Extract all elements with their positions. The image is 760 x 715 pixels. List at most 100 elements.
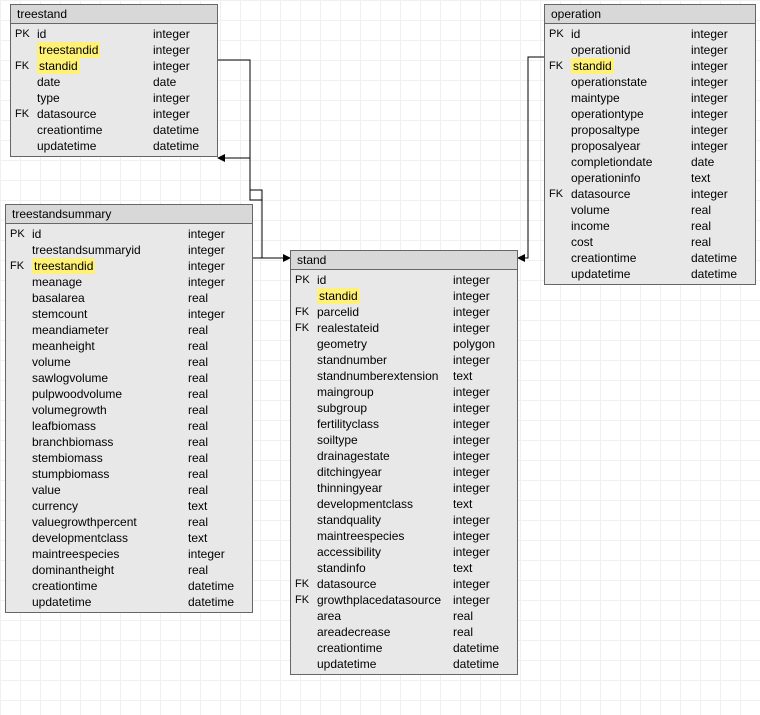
table-body: PKidintegerstandidintegerFKparcelidinteg… (291, 270, 517, 674)
column-name: maingroup (317, 384, 453, 400)
column-row: PKidinteger (545, 26, 755, 42)
column-key: FK (295, 320, 317, 336)
column-row: valuereal (6, 482, 252, 498)
highlight: treestandid (37, 42, 100, 58)
column-type: integer (453, 576, 513, 592)
column-row: maintreespeciesinteger (291, 528, 517, 544)
column-row: thinningyearinteger (291, 480, 517, 496)
column-name: sawlogvolume (32, 370, 188, 386)
column-type: integer (691, 138, 751, 154)
column-row: proposaltypeinteger (545, 122, 755, 138)
column-name: creationtime (37, 122, 153, 138)
column-name: developmentclass (32, 530, 188, 546)
column-row: treestandsummaryidinteger (6, 242, 252, 258)
column-row: standqualityinteger (291, 512, 517, 528)
column-type: integer (453, 528, 513, 544)
column-type: integer (691, 186, 751, 202)
column-row: fertilityclassinteger (291, 416, 517, 432)
column-row: meanageinteger (6, 274, 252, 290)
column-name: standid (571, 58, 691, 74)
column-type: datetime (453, 640, 513, 656)
column-key: PK (295, 272, 317, 288)
column-name: standid (317, 288, 453, 304)
column-key: FK (295, 576, 317, 592)
column-name: parcelid (317, 304, 453, 320)
column-row: PKidinteger (11, 26, 217, 42)
column-name: volume (32, 354, 188, 370)
column-row: volumereal (545, 202, 755, 218)
column-name: areadecrease (317, 624, 453, 640)
column-row: FKparcelidinteger (291, 304, 517, 320)
column-name: fertilityclass (317, 416, 453, 432)
column-type: integer (153, 58, 213, 74)
column-name: creationtime (32, 578, 188, 594)
column-row: PKidinteger (291, 272, 517, 288)
column-row: soiltypeinteger (291, 432, 517, 448)
column-type: datetime (188, 594, 248, 610)
column-row: volumereal (6, 354, 252, 370)
column-row: currencytext (6, 498, 252, 514)
column-row: FKtreestandidinteger (6, 258, 252, 274)
column-type: real (188, 402, 248, 418)
column-type: text (453, 560, 513, 576)
column-name: maintreespecies (32, 546, 188, 562)
column-name: leafbiomass (32, 418, 188, 434)
column-name: standnumber (317, 352, 453, 368)
column-type: real (691, 234, 751, 250)
column-name: updatetime (37, 138, 153, 154)
column-type: integer (453, 432, 513, 448)
column-name: volume (571, 202, 691, 218)
table-body: PKidintegertreestandsummaryidintegerFKtr… (6, 224, 252, 612)
column-name: meanheight (32, 338, 188, 354)
column-type: integer (691, 42, 751, 58)
column-type: datetime (153, 138, 213, 154)
column-row: valuegrowthpercentreal (6, 514, 252, 530)
column-type: integer (153, 42, 213, 58)
column-type: datetime (188, 578, 248, 594)
column-name: proposalyear (571, 138, 691, 154)
column-type: integer (453, 512, 513, 528)
column-row: developmentclasstext (6, 530, 252, 546)
highlight: standid (317, 288, 360, 304)
column-row: FKgrowthplacedatasourceinteger (291, 592, 517, 608)
table-treestandsummary: treestandsummary PKidintegertreestandsum… (5, 204, 253, 613)
column-name: id (32, 226, 188, 242)
column-type: real (188, 434, 248, 450)
column-name: meandiameter (32, 322, 188, 338)
column-type: integer (188, 258, 248, 274)
column-row: PKidinteger (6, 226, 252, 242)
column-name: soiltype (317, 432, 453, 448)
column-row: FKstandidinteger (545, 58, 755, 74)
column-type: integer (188, 226, 248, 242)
column-name: type (37, 90, 153, 106)
column-type: real (691, 218, 751, 234)
highlight: standid (571, 58, 614, 74)
column-type: real (188, 482, 248, 498)
column-row: subgroupinteger (291, 400, 517, 416)
column-key: FK (15, 106, 37, 122)
column-type: integer (691, 106, 751, 122)
column-name: updatetime (571, 266, 691, 282)
column-type: integer (153, 26, 213, 42)
column-type: integer (153, 90, 213, 106)
column-type: integer (691, 26, 751, 42)
column-name: proposaltype (571, 122, 691, 138)
column-row: operationtypeinteger (545, 106, 755, 122)
column-row: maingroupinteger (291, 384, 517, 400)
column-row: meanheightreal (6, 338, 252, 354)
column-key: FK (10, 258, 32, 274)
column-row: drainagestateinteger (291, 448, 517, 464)
column-type: real (188, 370, 248, 386)
column-type: polygon (453, 336, 513, 352)
table-header: treestandsummary (6, 205, 252, 224)
column-name: dominantheight (32, 562, 188, 578)
column-type: real (188, 562, 248, 578)
column-type: integer (453, 592, 513, 608)
column-row: meandiameterreal (6, 322, 252, 338)
column-name: treestandid (32, 258, 188, 274)
column-row: updatetimedatetime (6, 594, 252, 610)
column-name: operationstate (571, 74, 691, 90)
column-type: real (453, 608, 513, 624)
column-row: operationidinteger (545, 42, 755, 58)
column-row: volumegrowthreal (6, 402, 252, 418)
